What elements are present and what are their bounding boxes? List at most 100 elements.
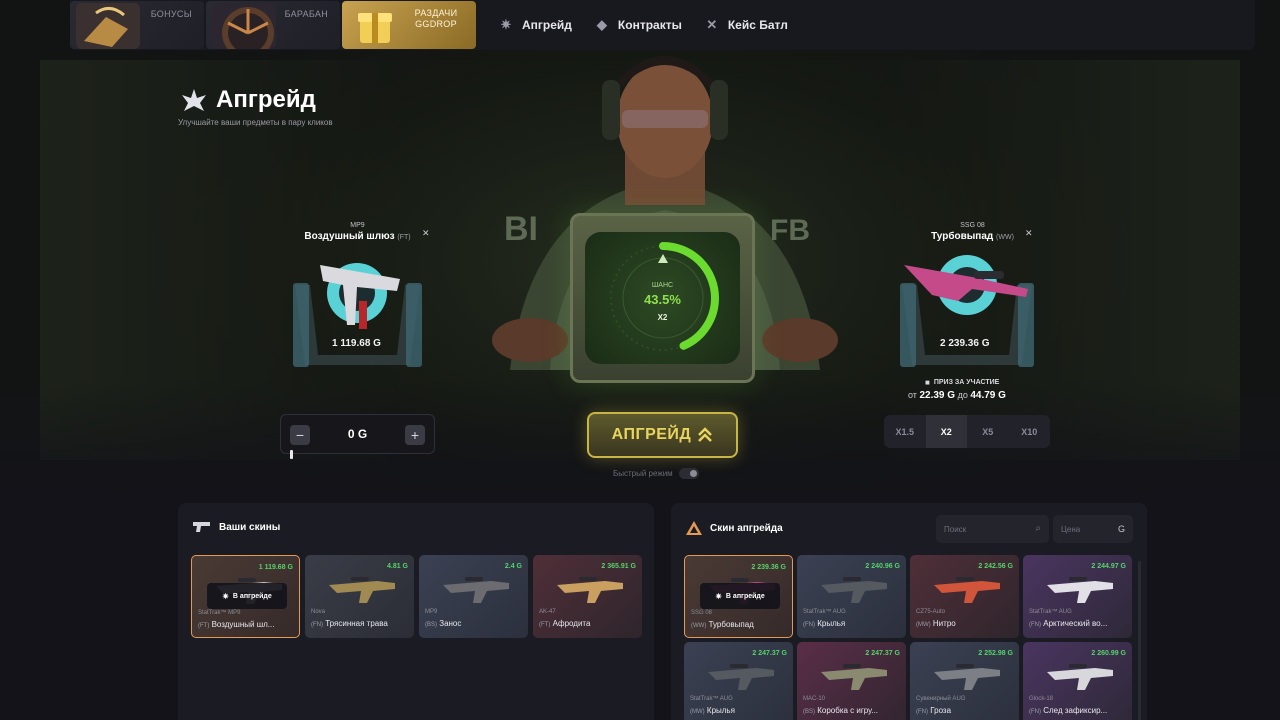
promo-label: БАРАБАН (284, 9, 328, 19)
skin-name: (MW) Крылья (690, 706, 790, 715)
upgrade-arrow-icon (686, 521, 702, 535)
source-price: 1 119.68 G (332, 338, 381, 349)
increment-button[interactable]: + (405, 425, 425, 445)
upgrade-icon: ✷ (500, 17, 512, 32)
search-placeholder: Поиск (944, 524, 967, 534)
chance-screen: ШАНС 43.5% X2 (585, 232, 740, 364)
skin-name-text: Афродита (552, 619, 591, 628)
skin-card[interactable]: 2 252.98 G Сувенирный AUG (FN) Гроза (910, 642, 1019, 720)
skin-weapon: StatTrak™ MP9 (198, 610, 241, 616)
source-remove-button[interactable]: ✕ (422, 228, 430, 239)
fast-mode-toggle[interactable] (678, 468, 699, 479)
chance-value: 43.5% (644, 292, 681, 307)
skin-card[interactable]: 2 260.99 G Glock-18 (FN) След зафиксир... (1023, 642, 1132, 720)
target-name: Турбовыпад (WW) (915, 231, 1030, 242)
skin-card[interactable]: 2 247.37 G StatTrak™ AUG (MW) Крылья (684, 642, 793, 720)
skin-weapon: Сувенирный AUG (916, 696, 966, 702)
skin-name-text: След зафиксир... (1043, 706, 1108, 715)
contract-icon: ◆ (596, 17, 607, 32)
prize-title-text: ПРИЗ ЗА УЧАСТИЕ (933, 379, 1000, 386)
promo-giveaways[interactable]: РАЗДАЧИ GGDROP (342, 1, 476, 49)
multiplier-x2[interactable]: X2 (925, 415, 967, 448)
skin-weapon: StatTrak™ AUG (690, 696, 733, 702)
multiplier-x1-5[interactable]: X1.5 (884, 415, 926, 448)
source-item-title: MP9 Воздушный шлюз (FT) (300, 222, 415, 242)
skin-name-text: Крылья (706, 706, 735, 715)
upgrade-button-label: АПГРЕЙД (611, 426, 692, 443)
nav-upgrade-label: Апгрейд (522, 18, 572, 32)
prize-from: 22.39 G (919, 390, 956, 401)
skin-name-text: Трясинная трава (325, 619, 388, 628)
wheel-icon (212, 3, 276, 49)
skin-card[interactable]: 2 244.97 G StatTrak™ AUG (FN) Арктический … (1023, 555, 1132, 638)
skin-card[interactable]: 2 239.36 G SSG 08 (WW) Турбовыпад ✷ В апгрей… (684, 555, 793, 638)
skin-wear: (BS) (425, 622, 437, 628)
weapon-image (557, 577, 623, 603)
balance-slider-handle[interactable] (290, 450, 293, 459)
fast-mode-label: Быстрый режим (613, 469, 673, 478)
skin-wear: (FN) (803, 622, 815, 628)
skin-card[interactable]: 1 119.68 G StatTrak™ MP9 (FT) Воздушный шл… (191, 555, 300, 638)
skin-weapon: StatTrak™ AUG (803, 609, 846, 615)
multiplier-x5[interactable]: X5 (967, 415, 1009, 448)
target-skin-name: Турбовыпад (931, 231, 994, 242)
weapon-image (443, 577, 509, 603)
skin-name: (FN) След зафиксир... (1029, 706, 1129, 715)
page-subtitle: Улучшайте ваши предметы в пару кликов (178, 118, 333, 127)
skin-weapon: MP9 (425, 609, 438, 615)
skin-weapon: CZ75-Auto (916, 609, 946, 615)
target-price: 2 239.36 G (940, 338, 990, 349)
skin-card[interactable]: 2 365.91 G AK-47 (FT) Афродита (533, 555, 642, 638)
upgrade-icon: ✷ (222, 591, 229, 601)
your-skins-panel: Ваши скины 1 119.68 G StatTrak™ MP9 (FT) В… (178, 503, 654, 720)
weapon-image (821, 664, 887, 690)
skin-name-text: Нитро (932, 619, 956, 628)
skin-wear: (FN) (916, 709, 928, 715)
skin-name: (BS) Коробка с игру... (803, 706, 903, 715)
svg-text:BI: BI (504, 210, 538, 248)
skin-card[interactable]: 2 240.96 G StatTrak™ AUG (FN) Крылья (797, 555, 906, 638)
coin-icon: G (1117, 524, 1125, 534)
skin-price: 2 247.37 G (865, 650, 900, 657)
chevrons-up-icon (698, 427, 713, 442)
skin-name: (WW) Турбовыпад (691, 620, 791, 629)
trash-icon: ■ (925, 378, 930, 387)
nav-case-battle-label: Кейс Батл (727, 18, 788, 32)
prize-range: от 22.39 G до 44.79 G (908, 390, 1006, 401)
upgrade-button[interactable]: АПГРЕЙД (587, 412, 738, 458)
skin-name-text: Гроза (930, 706, 952, 715)
target-remove-button[interactable]: ✕ (1025, 228, 1033, 239)
nav-upgrade[interactable]: ✷ Апгрейд (498, 17, 572, 33)
skin-card[interactable]: 2 242.56 G CZ75-Auto (MW) Нитро (910, 555, 1019, 638)
skin-name: (FT) Воздушный шл... (198, 620, 298, 629)
upgrade-icon (182, 89, 206, 111)
weapon-image (329, 577, 395, 603)
target-pedestal (900, 255, 1034, 367)
prize-to: 44.79 G (970, 390, 1006, 401)
search-input[interactable]: Поиск ⌕ (936, 515, 1049, 543)
source-pedestal (293, 263, 422, 367)
price-sort-select[interactable]: Цена G (1053, 515, 1133, 543)
scrollbar[interactable] (1138, 561, 1141, 720)
nav-contracts[interactable]: ◆ Контракты (594, 17, 682, 33)
battle-icon: ✕ (706, 17, 718, 32)
target-wear: (WW) (996, 234, 1014, 241)
in-upgrade-label: В апгрейде (725, 592, 765, 600)
target-weapon: SSG 08 (960, 222, 985, 229)
promo-bonuses[interactable]: БОНУСЫ (70, 1, 204, 49)
prize-to-label: до (957, 390, 968, 400)
nav-case-battle[interactable]: ✕ Кейс Батл (704, 17, 788, 33)
skin-name: (FN) Арктический во... (1029, 619, 1129, 628)
gift-box-icon (358, 13, 392, 43)
skin-price: 2 365.91 G (601, 563, 636, 570)
skin-card[interactable]: 2 247.37 G MAC-10 (BS) Коробка с игру... (797, 642, 906, 720)
multiplier-x10[interactable]: X10 (1009, 415, 1051, 448)
skin-card[interactable]: 4.81 G Nova (FN) Трясинная трава (305, 555, 414, 638)
skin-card[interactable]: 2.4 G MP9 (BS) Занос (419, 555, 528, 638)
skin-name-text: Воздушный шл... (211, 620, 275, 629)
in-upgrade-label: В апгрейде (232, 592, 272, 600)
pistol-icon (193, 522, 210, 532)
source-weapon: MP9 (350, 222, 365, 229)
promo-wheel[interactable]: БАРАБАН (206, 1, 340, 49)
page-title: Апгрейд (180, 86, 316, 114)
